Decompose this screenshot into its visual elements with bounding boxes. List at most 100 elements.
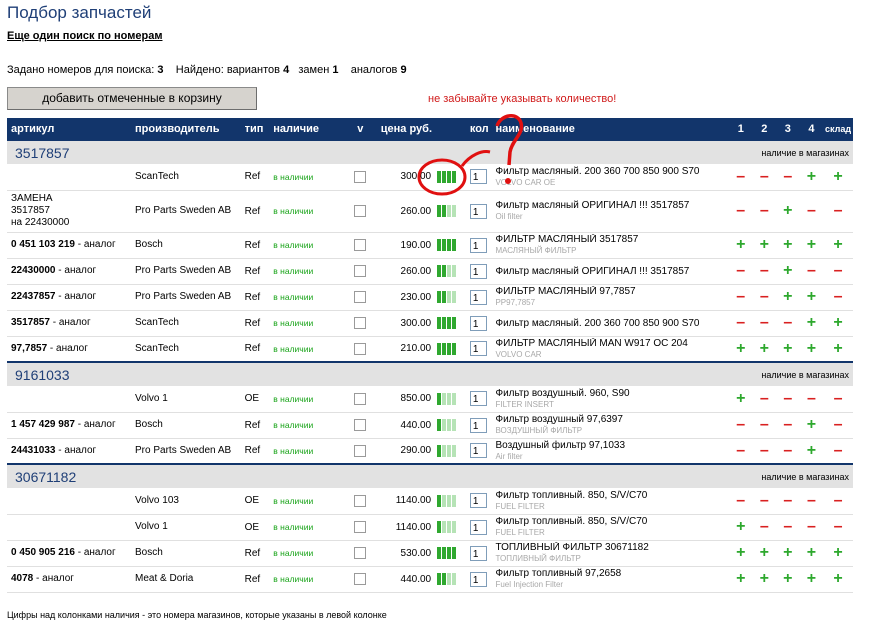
plus-icon[interactable]: + <box>823 164 853 191</box>
article-number[interactable]: 1 457 429 987 <box>11 419 75 430</box>
minus-icon[interactable]: – <box>728 284 753 311</box>
plus-icon[interactable]: + <box>752 232 777 259</box>
plus-icon[interactable]: + <box>799 438 824 465</box>
minus-icon[interactable]: – <box>823 284 853 311</box>
select-checkbox[interactable] <box>354 419 367 431</box>
select-checkbox[interactable] <box>354 342 367 355</box>
plus-icon[interactable]: + <box>823 232 853 259</box>
qty-input[interactable]: 1 <box>469 417 487 433</box>
minus-icon[interactable]: – <box>823 258 853 285</box>
select-checkbox[interactable] <box>354 521 367 533</box>
plus-icon[interactable]: + <box>752 566 777 593</box>
minus-icon[interactable]: – <box>799 258 824 285</box>
article-number[interactable]: 22437857 <box>11 291 56 302</box>
plus-icon[interactable]: + <box>823 310 853 337</box>
minus-icon[interactable]: – <box>776 386 800 413</box>
minus-icon[interactable]: – <box>752 386 777 413</box>
minus-icon[interactable]: – <box>752 310 777 337</box>
qty-input[interactable]: 1 <box>469 519 487 535</box>
minus-icon[interactable]: – <box>728 164 753 191</box>
header-article[interactable]: артикул <box>7 118 135 140</box>
qty-input[interactable]: 1 <box>469 315 487 331</box>
plus-icon[interactable]: + <box>776 540 800 567</box>
plus-icon[interactable]: + <box>776 336 800 363</box>
article-number[interactable]: 97,7857 <box>11 343 47 354</box>
plus-icon[interactable]: + <box>799 336 824 363</box>
another-search-link[interactable]: Еще один поиск по номерам <box>7 30 162 42</box>
minus-icon[interactable]: – <box>776 310 800 337</box>
qty-input[interactable]: 1 <box>469 443 487 459</box>
qty-input[interactable]: 1 <box>469 341 487 357</box>
header-name[interactable]: наименование <box>495 118 729 140</box>
article-number[interactable]: 22430000 <box>11 265 56 276</box>
plus-icon[interactable]: + <box>752 336 777 363</box>
minus-icon[interactable]: – <box>752 164 777 191</box>
minus-icon[interactable]: – <box>728 488 753 515</box>
minus-icon[interactable]: – <box>776 514 800 541</box>
minus-icon[interactable]: – <box>728 190 753 233</box>
minus-icon[interactable]: – <box>776 412 800 439</box>
minus-icon[interactable]: – <box>752 438 777 465</box>
select-checkbox[interactable] <box>354 573 367 585</box>
plus-icon[interactable]: + <box>799 310 824 337</box>
minus-icon[interactable]: – <box>752 284 777 311</box>
minus-icon[interactable]: – <box>823 514 853 541</box>
plus-icon[interactable]: + <box>799 284 824 311</box>
minus-icon[interactable]: – <box>728 310 753 337</box>
select-checkbox[interactable] <box>354 239 367 251</box>
select-checkbox[interactable] <box>354 317 367 329</box>
plus-icon[interactable]: + <box>799 164 824 191</box>
header-price[interactable]: цена руб. <box>376 118 437 140</box>
qty-input[interactable]: 1 <box>469 391 487 407</box>
plus-icon[interactable]: + <box>776 190 800 233</box>
minus-icon[interactable]: – <box>752 190 777 233</box>
add-to-cart-button[interactable]: добавить отмеченные в корзину <box>7 87 257 110</box>
plus-icon[interactable]: + <box>799 232 824 259</box>
select-checkbox[interactable] <box>354 265 367 277</box>
select-checkbox[interactable] <box>354 547 367 559</box>
minus-icon[interactable]: – <box>752 258 777 285</box>
qty-input[interactable]: 1 <box>469 545 487 561</box>
select-checkbox[interactable] <box>354 170 367 183</box>
plus-icon[interactable]: + <box>799 566 824 593</box>
plus-icon[interactable]: + <box>823 566 853 593</box>
plus-icon[interactable]: + <box>776 566 800 593</box>
header-manufacturer[interactable]: производитель <box>135 118 245 140</box>
minus-icon[interactable]: – <box>823 386 853 413</box>
minus-icon[interactable]: – <box>776 164 800 191</box>
plus-icon[interactable]: + <box>728 514 753 541</box>
minus-icon[interactable]: – <box>752 488 777 515</box>
header-type[interactable]: тип <box>245 118 274 140</box>
plus-icon[interactable]: + <box>799 412 824 439</box>
qty-input[interactable]: 1 <box>469 203 487 219</box>
plus-icon[interactable]: + <box>799 540 824 567</box>
article-number[interactable]: 0 451 103 219 <box>11 239 75 250</box>
plus-icon[interactable]: + <box>776 232 800 259</box>
minus-icon[interactable]: – <box>752 412 777 439</box>
article-number[interactable]: 24431033 <box>11 445 56 456</box>
minus-icon[interactable]: – <box>752 514 777 541</box>
qty-input[interactable]: 1 <box>469 263 487 279</box>
plus-icon[interactable]: + <box>823 336 853 363</box>
plus-icon[interactable]: + <box>752 540 777 567</box>
minus-icon[interactable]: – <box>728 412 753 439</box>
minus-icon[interactable]: – <box>776 438 800 465</box>
select-checkbox[interactable] <box>354 392 367 405</box>
article-number[interactable]: 3517857 <box>11 317 50 328</box>
plus-icon[interactable]: + <box>776 284 800 311</box>
qty-input[interactable]: 1 <box>469 493 487 509</box>
plus-icon[interactable]: + <box>823 540 853 567</box>
plus-icon[interactable]: + <box>728 386 753 413</box>
select-checkbox[interactable] <box>354 205 367 217</box>
minus-icon[interactable]: – <box>776 488 800 515</box>
plus-icon[interactable]: + <box>728 566 753 593</box>
minus-icon[interactable]: – <box>728 258 753 285</box>
plus-icon[interactable]: + <box>728 540 753 567</box>
qty-input[interactable]: 1 <box>469 237 487 253</box>
plus-icon[interactable]: + <box>776 258 800 285</box>
minus-icon[interactable]: – <box>823 438 853 465</box>
qty-input[interactable]: 1 <box>469 289 487 305</box>
minus-icon[interactable]: – <box>799 488 824 515</box>
select-checkbox[interactable] <box>354 494 367 507</box>
plus-icon[interactable]: + <box>728 232 753 259</box>
